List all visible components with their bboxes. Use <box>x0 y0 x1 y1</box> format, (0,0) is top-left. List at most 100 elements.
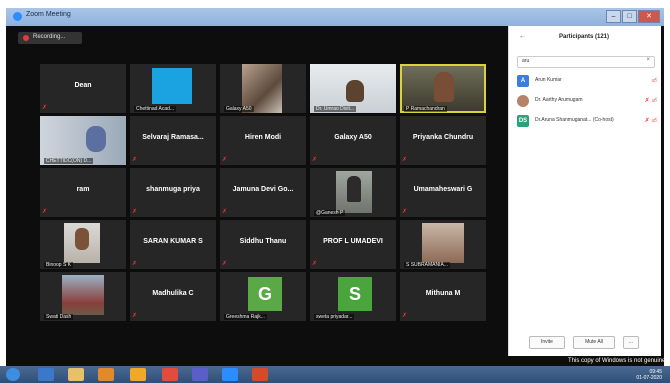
media-player-icon[interactable] <box>98 368 114 381</box>
video-tile[interactable]: SARAN KUMAR S ✗ <box>130 220 216 269</box>
video-tile[interactable]: Binoop S K <box>40 220 126 269</box>
video-tile[interactable]: Galaxy A50 <box>220 64 306 113</box>
back-arrow-icon[interactable]: ← <box>519 33 526 40</box>
participant-label: S SUBRAMANIA... <box>404 262 450 268</box>
minimize-button[interactable]: – <box>606 10 621 23</box>
close-button[interactable]: ✕ <box>638 10 660 23</box>
mute-icon: ✗ <box>222 209 228 215</box>
person-silhouette <box>434 72 454 102</box>
person-silhouette <box>347 176 361 202</box>
zoom-app-icon <box>13 12 22 21</box>
video-tile[interactable]: Umamaheswari G ✗ <box>400 168 486 217</box>
mute-icon: ✗ <box>402 157 408 163</box>
mute-all-button[interactable]: Mute All <box>573 336 615 349</box>
participant-label: @Ganesh P <box>314 210 346 216</box>
video-tile[interactable]: Dr. Umrao Dixit... <box>310 64 396 113</box>
search-value: aru <box>522 58 530 64</box>
profile-picture <box>422 223 464 263</box>
video-tile[interactable]: Galaxy A50 ✗ <box>310 116 396 165</box>
window-title: Zoom Meeting <box>26 11 71 18</box>
video-tile[interactable]: Mithuna M ✗ <box>400 272 486 321</box>
participants-panel: ← Participants (121) aru × A Arun Kumar … <box>508 26 661 356</box>
participant-label: Swati Dash <box>44 314 74 320</box>
participant-name: Arun Kumar <box>535 77 562 83</box>
mute-icon: ✗ <box>222 261 228 267</box>
start-button[interactable] <box>6 368 20 381</box>
video-tile[interactable]: Swati Dash <box>40 272 126 321</box>
participant-label: Dr. Umrao Dixit... <box>314 106 357 112</box>
participant-name: ram <box>76 186 90 193</box>
video-tile[interactable]: shanmuga priya ✗ <box>130 168 216 217</box>
participant-name: shanmuga priya <box>146 186 200 193</box>
video-off-icon: ▭̸ <box>651 78 657 84</box>
video-tile[interactable]: PROF L UMADEVI ✗ <box>310 220 396 269</box>
participant-name: Madhulika C <box>152 290 194 297</box>
participant-label: Binoop S K <box>44 262 74 268</box>
participant-row[interactable]: DS Dr.Aruna Shanmuganat... (Co-host) ✗ ▭… <box>517 112 657 132</box>
participant-name: Jamuna Devi Go... <box>232 186 294 193</box>
video-tile[interactable]: Priyanka Chundru ✗ <box>400 116 486 165</box>
video-tile[interactable]: S SUBRAMANIA... <box>400 220 486 269</box>
participant-name: Priyanka Chundru <box>412 134 474 141</box>
video-tile[interactable]: Madhulika C ✗ <box>130 272 216 321</box>
video-tile[interactable]: S sweta priyadar... <box>310 272 396 321</box>
participant-name: Dr. Aarthy Arumugam <box>535 97 583 103</box>
participant-row[interactable]: A Arun Kumar ▭̸ <box>517 72 657 92</box>
participant-name: Siddhu Thanu <box>239 238 287 245</box>
video-tile[interactable]: CHETTIDC(ON) D... <box>40 116 126 165</box>
video-tile[interactable]: ram ✗ <box>40 168 126 217</box>
participant-name: Hiren Modi <box>244 134 282 141</box>
mute-icon: ✗ <box>402 313 408 319</box>
person-silhouette <box>346 80 364 102</box>
video-tile[interactable]: G Greeshma Rajk... <box>220 272 306 321</box>
video-tile-active-speaker[interactable]: P Ramachandran <box>400 64 486 113</box>
panel-footer: Invite Mute All ... <box>529 336 654 349</box>
recording-indicator[interactable]: Recording... <box>18 32 82 44</box>
avatar <box>517 95 529 107</box>
participant-row[interactable]: Dr. Aarthy Arumugam ✗ ▭̸ <box>517 92 657 112</box>
maximize-button[interactable]: □ <box>622 10 637 23</box>
chrome-icon[interactable] <box>162 368 178 381</box>
avatar: G <box>248 277 282 311</box>
mute-icon: ✗ <box>222 157 228 163</box>
video-tile[interactable]: Selvaraj Ramasa... ✗ <box>130 116 216 165</box>
ie-icon[interactable] <box>38 368 54 381</box>
avatar: S <box>338 277 372 311</box>
video-tile[interactable]: Chettinad Acad... <box>130 64 216 113</box>
video-tile[interactable]: Jamuna Devi Go... ✗ <box>220 168 306 217</box>
clock-date: 01-07-2020 <box>636 375 662 381</box>
mute-video-off-icons: ✗ ▭̸ <box>644 118 657 124</box>
participant-name: Dr.Aruna Shanmuganat... (Co-host) <box>535 117 614 123</box>
zoom-icon[interactable] <box>222 368 238 381</box>
participant-name: Umamaheswari G <box>413 186 473 193</box>
clear-search-icon[interactable]: × <box>646 57 650 63</box>
video-tile[interactable]: Dean ✗ <box>40 64 126 113</box>
participant-label: CHETTIDC(ON) D... <box>44 158 94 164</box>
mute-icon: ✗ <box>312 261 318 267</box>
folder-icon[interactable] <box>68 368 84 381</box>
person-silhouette <box>75 228 89 250</box>
participants-title: Participants (121) <box>559 34 610 40</box>
participant-name: Dean <box>74 82 92 89</box>
mute-icon: ✗ <box>132 261 138 267</box>
invite-button[interactable]: Invite <box>529 336 565 349</box>
windows-watermark: This copy of Windows is not genuine <box>568 358 666 364</box>
video-tile[interactable]: Hiren Modi ✗ <box>220 116 306 165</box>
participant-search-input[interactable]: aru × <box>517 56 655 68</box>
record-icon <box>23 35 29 41</box>
participant-label: sweta priyadar... <box>314 314 355 320</box>
participant-name: Galaxy A50 <box>334 134 372 141</box>
teams-icon[interactable] <box>192 368 208 381</box>
more-button[interactable]: ... <box>623 336 639 349</box>
mute-icon: ✗ <box>132 157 138 163</box>
participant-label: P Ramachandran <box>404 106 447 112</box>
mute-icon: ✗ <box>132 209 138 215</box>
file-explorer-icon[interactable] <box>130 368 146 381</box>
title-bar: Zoom Meeting – □ ✕ <box>6 8 664 26</box>
video-tile[interactable]: Siddhu Thanu ✗ <box>220 220 306 269</box>
participant-name: SARAN KUMAR S <box>143 238 203 245</box>
video-tile[interactable]: @Ganesh P <box>310 168 396 217</box>
participant-name: Selvaraj Ramasa... <box>142 134 204 141</box>
profile-picture <box>152 68 192 104</box>
powerpoint-icon[interactable] <box>252 368 268 381</box>
